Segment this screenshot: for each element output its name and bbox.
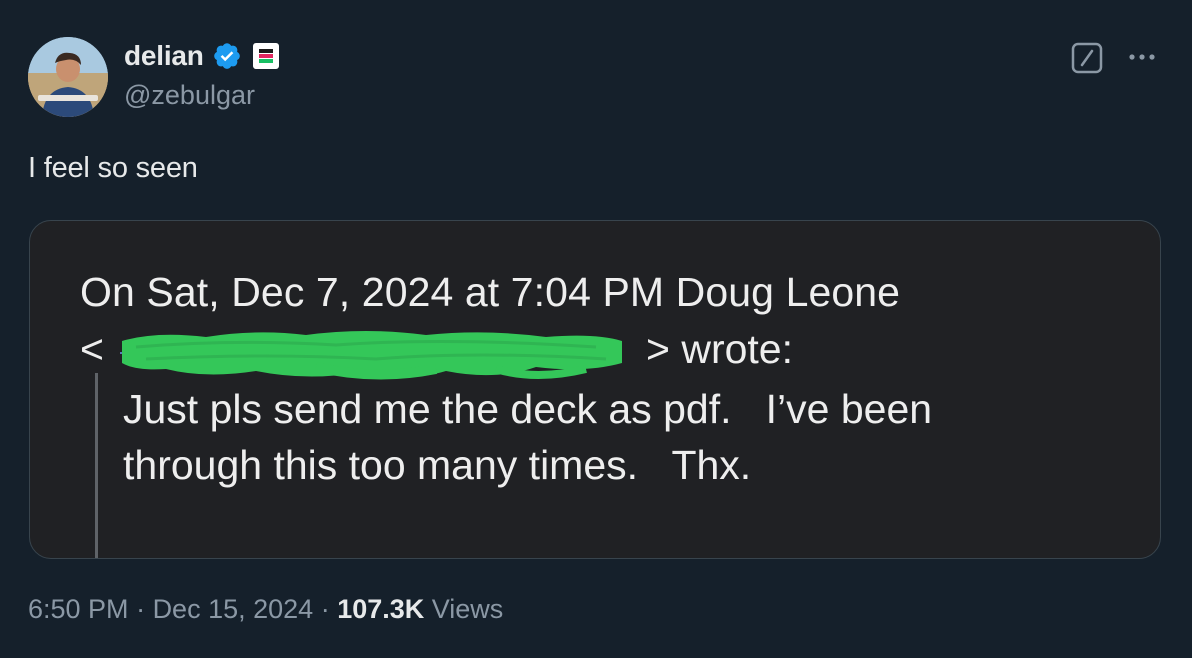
footer-separator: · (313, 594, 338, 624)
email-wrote-label: > wrote: (646, 326, 793, 372)
views-count[interactable]: 107.3K (337, 594, 424, 624)
tweet-footer: 6:50 PM · Dec 15, 2024 · 107.3K Views (28, 594, 503, 625)
tweet-text: I feel so seen (28, 152, 198, 184)
quoted-message-line-2: through this too many times. Thx. (123, 442, 752, 488)
author-name-row: delian (124, 38, 280, 74)
more-options-icon[interactable] (1124, 42, 1160, 72)
tweet-date[interactable]: Dec 15, 2024 (153, 594, 314, 624)
verified-badge-icon[interactable] (212, 41, 242, 71)
grok-icon[interactable] (1071, 42, 1103, 74)
tweet-container: delian @zebulgar I feel so seen On Sat, … (0, 0, 1192, 658)
quoted-message-line-1: Just pls send me the deck as pdf. I’ve b… (123, 386, 933, 432)
quoted-message: Just pls send me the deck as pdf. I’ve b… (123, 381, 1123, 493)
affiliate-badge-icon[interactable] (252, 42, 280, 70)
views-label: Views (424, 594, 504, 624)
email-angle-open: < (80, 326, 104, 372)
display-name[interactable]: delian (124, 40, 204, 72)
author-handle[interactable]: @zebulgar (124, 80, 255, 111)
quote-bar (95, 373, 98, 558)
email-header-line: On Sat, Dec 7, 2024 at 7:04 PM Doug Leon… (80, 269, 901, 315)
tweet-time[interactable]: 6:50 PM (28, 594, 129, 624)
avatar-photo (28, 37, 108, 117)
avatar[interactable] (28, 37, 108, 117)
tweet-media-image[interactable]: On Sat, Dec 7, 2024 at 7:04 PM Doug Leon… (29, 220, 1161, 559)
footer-separator: · (128, 594, 153, 624)
redaction-scribble (116, 329, 626, 385)
